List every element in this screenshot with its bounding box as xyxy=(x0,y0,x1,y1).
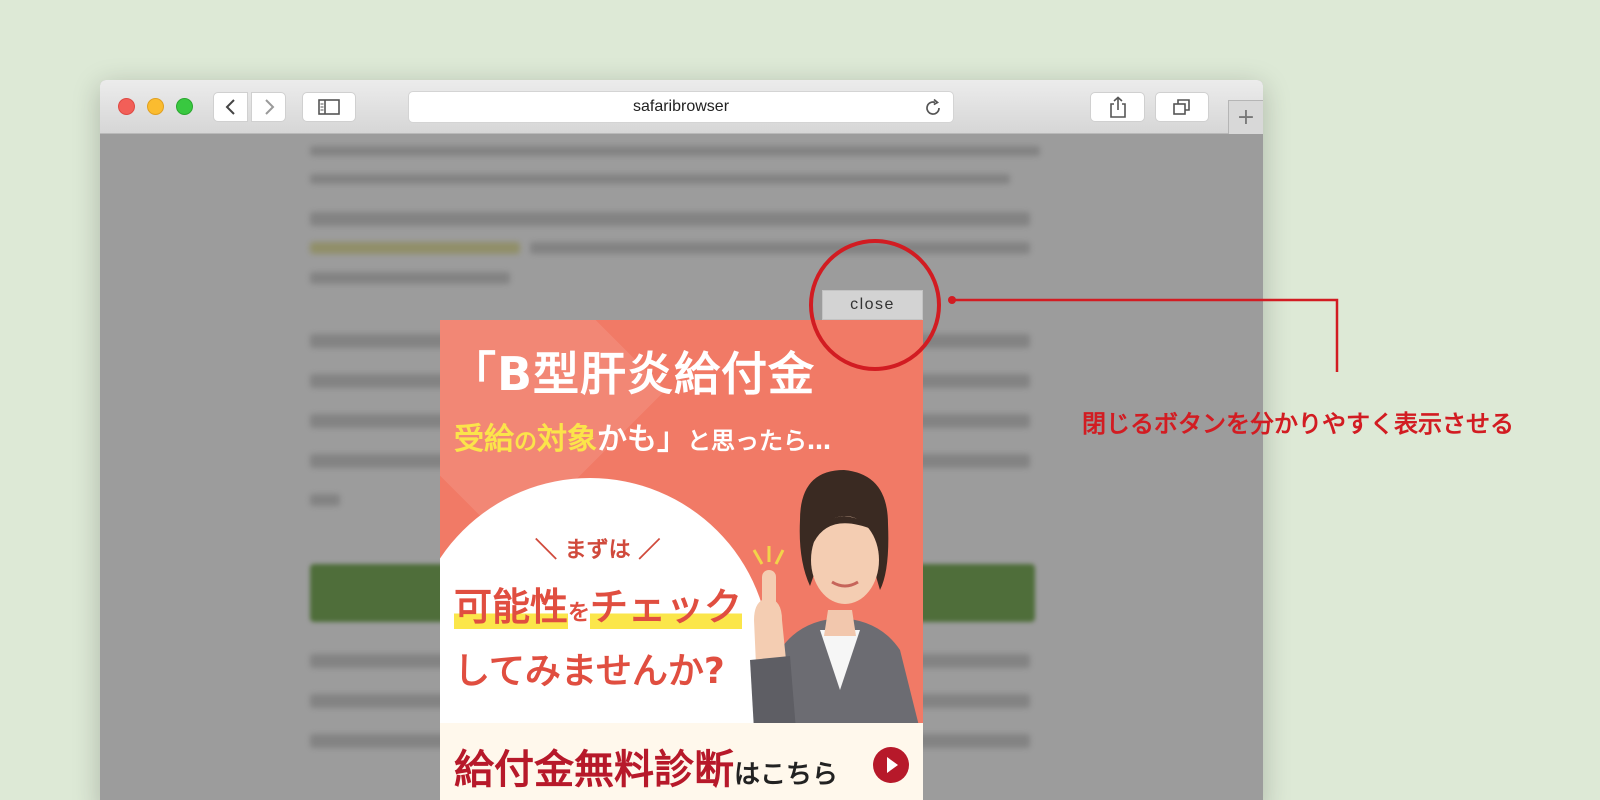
blurred-text-line xyxy=(310,212,1030,226)
blurred-text-line xyxy=(530,242,1030,254)
ad-cta-sub: はこちら xyxy=(734,760,839,790)
ad-sub-text: の xyxy=(514,429,537,455)
ad-sub-text: かも」 xyxy=(597,422,687,457)
share-button[interactable] xyxy=(1090,92,1145,122)
tabs-icon xyxy=(1173,99,1190,115)
address-text: safaribrowser xyxy=(632,98,730,115)
show-tabs-button[interactable] xyxy=(1155,92,1209,122)
address-bar[interactable]: safaribrowser xyxy=(408,91,954,123)
plus-icon: + xyxy=(1236,105,1256,130)
ad-first-text: ＼ まずは ／ xyxy=(535,538,661,563)
ad-sub-text: 受給 xyxy=(454,422,514,457)
chevron-left-icon xyxy=(225,99,235,115)
chevron-right-icon xyxy=(264,99,274,115)
sidebar-icon xyxy=(318,99,340,115)
ad-cta-bar[interactable]: 給付金無料診断はこちら xyxy=(440,723,923,800)
new-tab-button[interactable]: + xyxy=(1228,100,1263,134)
ad-subtitle: 受給の対象かも」と思ったら… xyxy=(454,414,831,458)
ad-sub-text: 対象 xyxy=(537,422,597,457)
ad-title: 「B型肝炎給付金 xyxy=(450,347,816,401)
forward-button[interactable] xyxy=(251,92,286,122)
share-icon xyxy=(1109,96,1126,118)
window-maximize-button[interactable] xyxy=(176,98,193,115)
sidebar-toggle-button[interactable] xyxy=(302,92,356,122)
ad-check-part: 可能性 xyxy=(454,585,569,629)
ad-check-text: 可能性をチェック xyxy=(454,576,743,631)
ad-cta-main: 給付金無料診断 xyxy=(454,747,734,793)
blurred-text-line xyxy=(310,242,520,254)
blurred-text-line xyxy=(310,272,510,284)
ad-check-part: を xyxy=(568,601,591,626)
annotation-text: 閉じるボタンを分かりやすく表示させる xyxy=(1082,410,1514,438)
blurred-text-line xyxy=(310,174,1010,184)
play-arrow-icon[interactable] xyxy=(873,747,909,783)
reload-icon[interactable] xyxy=(923,98,943,118)
ad-sub-text: と思ったら… xyxy=(687,427,831,455)
blurred-text-line xyxy=(310,494,340,506)
highlight-circle xyxy=(809,239,941,371)
ad-check-part: チェック xyxy=(590,585,743,629)
blurred-text-line xyxy=(310,146,1040,156)
back-button[interactable] xyxy=(213,92,248,122)
window-close-button[interactable] xyxy=(118,98,135,115)
browser-toolbar: safaribrowser + xyxy=(100,80,1263,134)
window-minimize-button[interactable] xyxy=(147,98,164,115)
ad-cta-text: 給付金無料診断はこちら xyxy=(454,737,838,795)
woman-pointing-image xyxy=(750,470,920,730)
ad-banner[interactable]: 「B型肝炎給付金 受給の対象かも」と思ったら… ＼ まずは ／ 可能性をチェック… xyxy=(440,320,923,800)
ad-try-text: してみませんか? xyxy=(454,651,725,692)
